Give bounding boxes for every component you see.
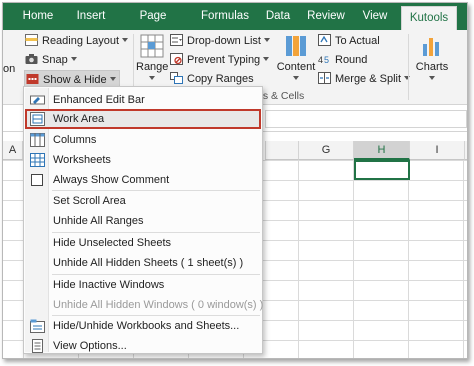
menu-item-enhanced-edit-bar[interactable]: Enhanced Edit Bar [25,90,261,110]
hide-unhide-workbooks-icon [30,319,45,333]
tab-insert[interactable]: Insert [71,3,111,30]
menu-item-set-scroll-area[interactable]: Set Scroll Area [25,191,261,211]
merge-split-label: Merge & Split [335,73,402,85]
formula-input[interactable] [265,110,467,128]
menu-item-work-area[interactable]: Work Area [25,109,261,129]
worksheets-icon [30,153,45,167]
chevron-down-icon [429,76,435,80]
chevron-down-icon [263,38,270,42]
column-header-f[interactable] [265,141,299,160]
merge-split-icon [318,72,331,84]
menu-item-label: Enhanced Edit Bar [53,94,145,106]
reading-layout-icon [25,34,38,46]
excel-window: Home Insert Page Layout Formulas Data Re… [2,2,468,359]
tab-data[interactable]: Data [263,3,293,30]
copy-ranges-icon [170,72,183,84]
svg-text:5: 5 [324,55,329,65]
enhanced-edit-bar-icon [30,95,45,105]
cut-off-label: on [3,63,16,75]
group-label: es & Cells [257,90,305,102]
show-hide-label: Show & Hide [43,74,107,86]
columns-icon [30,133,45,147]
chevron-down-icon [293,76,299,80]
menu-item-hide-unselected-sheets[interactable]: Hide Unselected Sheets [25,233,261,253]
charts-icon [423,38,439,56]
snap-button[interactable]: Snap [25,51,77,69]
range-label: Range [136,61,169,73]
range-icon [140,34,164,58]
menu-item-label: Columns [53,134,97,146]
column-header-j[interactable] [465,141,467,160]
chevron-down-icon [263,57,270,61]
menu-item-label: Unhide All Ranges [53,215,144,227]
menu-item-label: View Options... [53,340,127,352]
view-options-icon [32,339,43,353]
dropdown-list-button[interactable]: Drop-down List [170,32,270,50]
menu-item-hide-unhide-workbooks[interactable]: Hide/Unhide Workbooks and Sheets... [25,316,261,336]
column-header-g[interactable]: G [299,141,354,160]
range-button[interactable]: Range [136,34,168,85]
to-actual-label: To Actual [335,35,380,47]
menu-item-label: Unhide All Hidden Sheets ( 1 sheet(s) ) [53,257,244,269]
tab-view[interactable]: View [359,3,391,30]
chevron-down-icon [109,77,116,81]
round-icon: 45 [318,55,329,65]
chevron-down-icon [70,57,77,61]
content-label: Content [276,61,316,73]
copy-ranges-label: Copy Ranges [187,73,254,85]
tab-home[interactable]: Home [17,3,59,30]
menu-item-label: Hide/Unhide Workbooks and Sheets... [53,320,240,332]
content-icon [286,36,306,56]
charts-label: Charts [415,61,449,73]
column-header-a[interactable]: A [3,141,23,160]
camera-icon [25,54,38,64]
menu-item-hide-inactive-windows[interactable]: Hide Inactive Windows [25,275,261,295]
prevent-typing-button[interactable]: Prevent Typing [170,51,270,69]
reading-layout-button[interactable]: Reading Layout [25,32,129,50]
dropdown-list-icon [170,34,183,46]
tab-page-layout[interactable]: Page Layout [121,3,185,49]
snap-label: Snap [42,54,68,66]
tab-kutools[interactable]: Kutools [401,6,457,30]
to-actual-button[interactable]: To Actual [318,32,380,50]
active-cell[interactable] [354,160,410,180]
menu-item-worksheets[interactable]: Worksheets [25,150,261,170]
to-actual-icon [318,34,331,46]
menu-item-view-options[interactable]: View Options... [25,336,261,356]
menu-item-always-show-comment[interactable]: Always Show Comment [25,170,261,190]
merge-split-button[interactable]: Merge & Split [318,70,411,88]
tab-formulas[interactable]: Formulas [197,3,253,30]
checkbox-icon[interactable] [30,173,45,187]
content-button[interactable]: Content [276,34,316,85]
prevent-typing-label: Prevent Typing [187,54,261,66]
work-area-icon [30,112,45,126]
menu-item-label: Hide Inactive Windows [53,279,165,291]
prevent-typing-icon [170,53,183,65]
menu-item-unhide-all-ranges[interactable]: Unhide All Ranges [25,211,261,231]
tab-review[interactable]: Review [305,3,347,30]
ribbon-tab-bar: Home Insert Page Layout Formulas Data Re… [3,3,467,49]
chevron-down-icon [122,38,129,42]
menu-item-label: Unhide All Hidden Windows ( 0 window(s) … [53,299,264,311]
menu-item-unhide-all-hidden-windows: Unhide All Hidden Windows ( 0 window(s) … [25,295,264,315]
show-hide-menu: Enhanced Edit Bar Work Area Columns Work… [23,86,263,354]
menu-item-label: Set Scroll Area [53,195,126,207]
chevron-down-icon [149,76,155,80]
group-separator [408,34,409,100]
menu-item-label: Always Show Comment [53,174,170,186]
menu-item-label: Work Area [53,113,105,125]
menu-item-unhide-all-hidden-sheets[interactable]: Unhide All Hidden Sheets ( 1 sheet(s) ) [25,253,261,273]
menu-item-columns[interactable]: Columns [25,130,261,150]
dropdown-list-label: Drop-down List [187,35,261,47]
reading-layout-label: Reading Layout [42,35,120,47]
menu-item-label: Worksheets [53,154,111,166]
column-header-i[interactable]: I [410,141,465,160]
show-hide-icon [26,74,39,84]
menu-item-label: Hide Unselected Sheets [53,237,172,249]
svg-text:4: 4 [318,55,323,65]
round-label: Round [335,54,368,66]
round-button[interactable]: 4 5 Round [318,51,367,69]
charts-button[interactable]: Charts [413,34,451,85]
column-header-h[interactable]: H [354,141,410,160]
